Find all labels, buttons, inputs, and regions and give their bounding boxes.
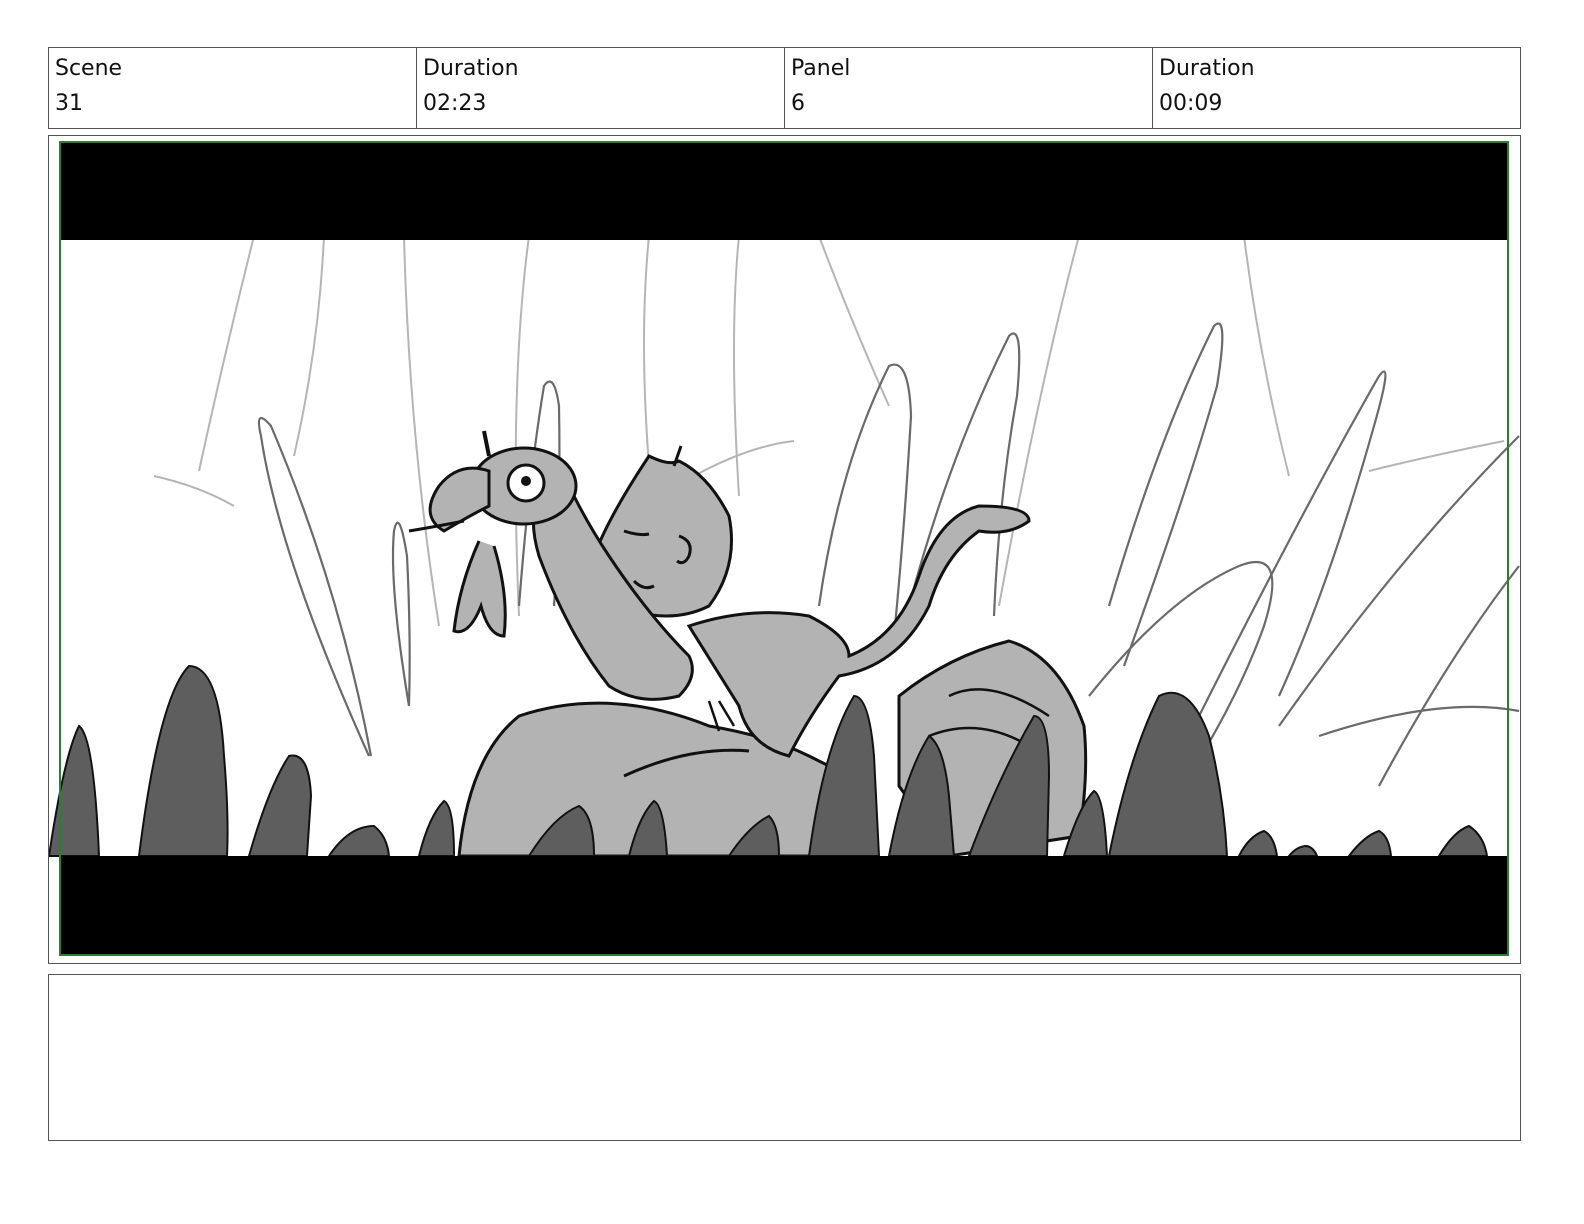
letterbox-top [60,142,1508,240]
scene-cell: Scene 31 [49,48,417,128]
panel-value: 6 [791,91,805,116]
storyboard-frame [48,135,1521,964]
scene-duration-label: Duration [423,56,519,81]
scene-duration-value: 02:23 [423,91,487,116]
panel-notes-box [48,974,1521,1141]
panel-label: Panel [791,56,851,81]
scene-duration-cell: Duration 02:23 [417,48,785,128]
panel-duration-label: Duration [1159,56,1255,81]
panel-duration-value: 00:09 [1159,91,1223,116]
letterbox-bottom [60,856,1508,955]
tall-grass-blades [257,322,1520,787]
panel-info-header: Scene 31 Duration 02:23 Panel 6 Duration… [48,47,1521,129]
scene-label: Scene [55,56,123,81]
scene-value: 31 [55,91,83,116]
panel-cell: Panel 6 [785,48,1153,128]
background-grass-strokes [153,235,1505,627]
panel-duration-cell: Duration 00:09 [1153,48,1520,128]
storyboard-sketch [49,141,1520,956]
